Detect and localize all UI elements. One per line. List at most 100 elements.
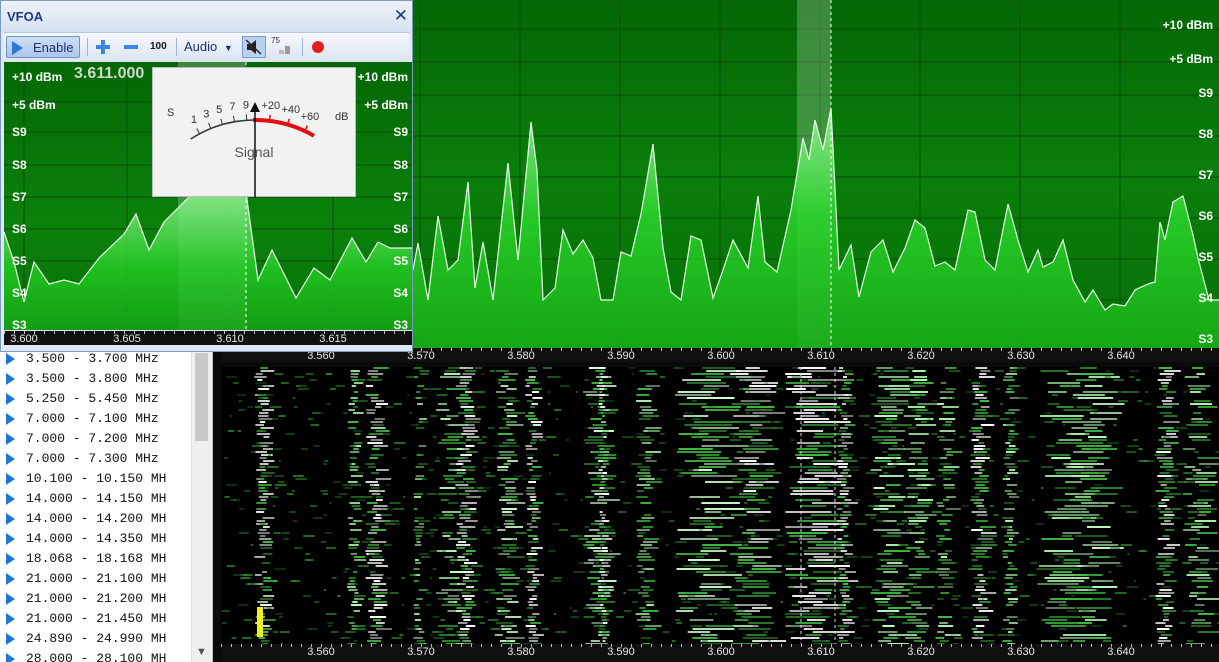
waterfall-mark (350, 457, 357, 459)
waterfall-noise (865, 472, 878, 474)
waterfall-noise (523, 619, 535, 621)
waterfall-mark (353, 391, 358, 393)
waterfall-mark (839, 574, 847, 576)
waterfall-mark (530, 622, 541, 624)
close-icon[interactable]: ✕ (394, 6, 408, 26)
waterfall-mark (351, 373, 359, 375)
waterfall-mark (805, 634, 822, 636)
waterfall-mark (373, 580, 381, 582)
waterfall-mark (366, 436, 377, 438)
band-list-scrollbar[interactable]: ▼ (191, 349, 212, 662)
minus-button[interactable] (122, 36, 142, 58)
waterfall-noise (953, 433, 956, 435)
enable-button[interactable]: Enable (6, 36, 80, 58)
waterfall-mark (804, 553, 829, 555)
waterfall-noise (798, 592, 804, 594)
waterfall-mark (878, 376, 909, 378)
band-item[interactable]: 3.500 - 3.700 MHz (6, 349, 159, 369)
waterfall-noise (1097, 502, 1103, 504)
vfo-resize-grip[interactable] (1, 345, 412, 351)
waterfall-noise (403, 496, 406, 498)
band-item[interactable]: 10.100 - 10.150 MH (6, 469, 166, 489)
waterfall-mark (587, 577, 600, 579)
spectrum-display[interactable]: +10 dBm +5 dBm S9 S8 S7 S6 S5 S4 S3 (413, 0, 1219, 348)
waterfall-noise (362, 514, 367, 516)
waterfall-mark (465, 601, 475, 603)
waterfall-graph[interactable] (221, 367, 1219, 644)
vfo-window[interactable]: VFOA ✕ Enable 100 Audio ▼ 75 3.611.000 +… (0, 0, 413, 352)
waterfall-mark (839, 589, 850, 591)
waterfall-mark (507, 601, 519, 603)
band-list[interactable]: 3.500 - 3.700 MHz 3.500 - 3.800 MHz 5.250 … (0, 349, 213, 662)
waterfall-mark (1056, 406, 1074, 408)
waterfall-mark (447, 424, 468, 426)
waterfall-noise (791, 376, 802, 378)
record-button[interactable] (309, 36, 329, 58)
waterfall-mark (692, 628, 735, 630)
waterfall-noise (724, 463, 737, 465)
waterfall-mark (256, 502, 267, 504)
waterfall-noise (898, 544, 909, 546)
waterfall-noise (499, 427, 510, 429)
waterfall-noise (261, 475, 272, 477)
band-item[interactable]: 14.000 - 14.200 MH (6, 509, 166, 529)
waterfall-noise (274, 484, 287, 486)
waterfall-mark (525, 565, 535, 567)
audio-dropdown[interactable]: Audio ▼ (184, 36, 240, 58)
waterfall-noise (370, 484, 374, 486)
band-item[interactable]: 7.000 - 7.100 MHz (6, 409, 159, 429)
waterfall-noise (354, 640, 357, 642)
band-item[interactable]: 21.000 - 21.450 MH (6, 609, 166, 629)
band-item[interactable]: 14.000 - 14.350 MH (6, 529, 166, 549)
step-button[interactable]: 100 (150, 36, 172, 58)
band-item[interactable]: 28.000 - 28.100 MH (6, 649, 166, 662)
waterfall-noise (542, 367, 552, 369)
waterfall-mark (1185, 544, 1197, 546)
chevron-down-icon[interactable]: ▼ (196, 646, 207, 658)
waterfall-mark (903, 448, 922, 450)
band-item[interactable]: 21.000 - 21.200 MH (6, 589, 166, 609)
waterfall-mark (910, 532, 925, 534)
waterfall-noise (1114, 592, 1127, 594)
waterfall-mark (262, 517, 275, 519)
waterfall-mark (440, 418, 451, 420)
mute-button[interactable] (242, 36, 266, 58)
waterfall-mark (1196, 598, 1219, 600)
band-item[interactable]: 24.890 - 24.990 MH (6, 629, 166, 649)
vfo-titlebar[interactable]: VFOA ✕ (1, 1, 412, 32)
waterfall-mark (840, 631, 850, 633)
waterfall-noise (927, 418, 931, 420)
waterfall-noise (530, 424, 534, 426)
waterfall-noise (849, 466, 860, 468)
band-item[interactable]: 5.250 - 5.450 MHz (6, 389, 159, 409)
band-item[interactable]: 14.000 - 14.150 MH (6, 489, 166, 509)
band-item[interactable]: 3.500 - 3.800 MHz (6, 369, 159, 389)
scrollbar-thumb[interactable] (195, 353, 208, 441)
waterfall-noise (919, 538, 928, 540)
waterfall-noise (356, 379, 366, 381)
waterfall-mark (799, 577, 845, 579)
waterfall-mark (887, 595, 909, 597)
waterfall-noise (844, 541, 851, 543)
plus-button[interactable] (94, 36, 114, 58)
spectrum-graph[interactable] (413, 0, 1219, 348)
squelch-button[interactable]: 75 (271, 36, 297, 58)
waterfall-noise (680, 598, 686, 600)
waterfall-mark (459, 637, 470, 639)
waterfall-mark (875, 457, 901, 459)
waterfall-noise (821, 412, 825, 414)
waterfall-frequency-axis: 3.560 3.570 3.580 3.590 3.600 3.610 3.620 3.630… (221, 644, 1219, 662)
waterfall-noise (310, 505, 318, 507)
waterfall-mark (465, 604, 477, 606)
play-icon (6, 533, 15, 545)
waterfall-mark (464, 409, 474, 411)
waterfall-noise (429, 550, 441, 552)
band-item[interactable]: 18.068 - 18.168 MH (6, 549, 166, 569)
waterfall-noise (1094, 412, 1097, 414)
band-item[interactable]: 21.000 - 21.100 MH (6, 569, 166, 589)
waterfall-noise (238, 400, 243, 402)
band-item[interactable]: 7.000 - 7.300 MHz (6, 449, 159, 469)
waterfall-display[interactable] (221, 367, 1219, 644)
band-item[interactable]: 7.000 - 7.200 MHz (6, 429, 159, 449)
waterfall-noise (598, 409, 606, 411)
